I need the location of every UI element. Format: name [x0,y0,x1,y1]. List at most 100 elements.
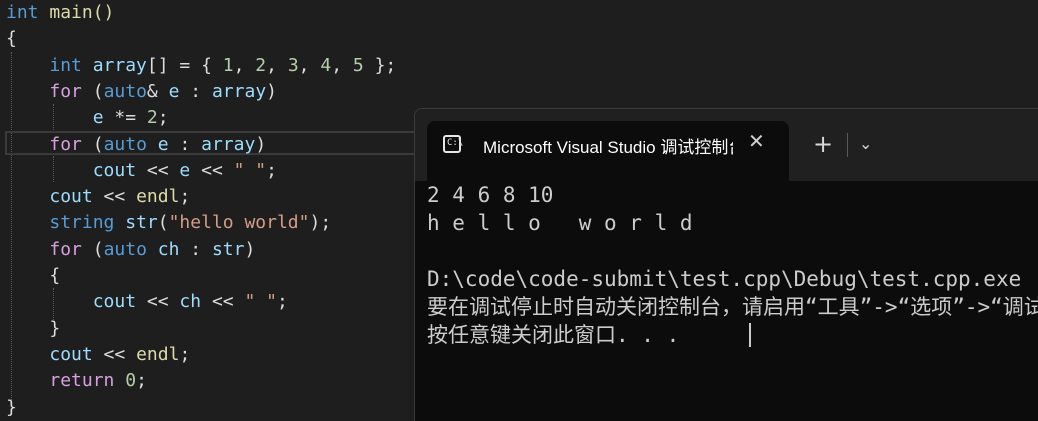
code-token: ( [157,212,169,234]
code-token: : [179,238,212,260]
code-token: e [168,80,180,102]
code-token: int [49,54,82,76]
code-token: , [233,54,256,76]
code-line: } [6,316,60,342]
code-token: "hello world" [168,212,310,234]
code-token: ; [179,343,191,365]
code-token: ; [179,186,191,208]
code-token: ); [309,212,332,234]
console-output-line: 按任意键关闭此窗口. . . [427,323,680,347]
code-token: array [81,54,147,76]
code-token: 0 [125,370,137,392]
code-token: cout [49,186,93,208]
code-token: for [49,133,82,155]
text-cursor [749,323,751,347]
code-token: 1 [222,54,234,76]
code-line: { [6,263,60,289]
code-line: cout << ch << " "; [6,289,288,315]
code-line: e *= 2; [6,105,169,131]
console-output-line: 要在调试停止时自动关闭控制台，请启用“工具”->“选项”->“调试” [427,295,1038,319]
code-token: }; [363,54,397,76]
console-output-line: 2 4 6 8 10 [427,183,554,207]
code-token: ; [136,370,147,392]
code-token: , [331,54,353,76]
code-token: : [179,80,212,102]
code-token: , [298,54,321,76]
code-token: e [179,159,191,181]
code-token: *= [103,107,147,129]
console-output-line: h e l l o w o r l d [427,211,693,235]
code-token: << [136,159,180,181]
code-token: ch [157,238,180,260]
code-token: << [92,343,137,365]
console-tab[interactable]: C:\ Microsoft Visual Studio 调试控制台 ✕ [427,121,789,181]
code-line: for (auto e : array) [6,132,266,158]
code-token: ) [255,133,267,155]
code-token: 4 [320,54,332,76]
code-token: ; [157,107,169,129]
code-token: { [49,265,61,286]
code-token: 2 [255,54,267,76]
code-token: str [211,238,245,260]
code-token: ch [179,291,202,313]
code-token: return [49,370,115,392]
code-token: cout [92,159,137,181]
code-line: cout << e << " "; [6,158,277,184]
code-line: int main() [6,0,114,26]
code-token: auto [103,238,147,260]
code-token: " " [233,159,267,181]
code-token: for [49,238,82,260]
code-token: cout [49,343,93,365]
terminal-icon-text: C:\ [447,138,464,148]
code-line: return 0; [6,368,147,394]
code-token: ( [81,80,104,102]
code-line: cout << endl; [6,184,190,210]
code-token: for [49,80,82,102]
code-token: << [201,291,245,313]
code-token: << [136,291,180,313]
code-token: auto [103,133,147,155]
code-token: & [146,80,169,102]
console-window[interactable]: C:\ Microsoft Visual Studio 调试控制台 ✕ + ⌄ … [414,108,1038,421]
close-icon[interactable]: ✕ [748,129,765,153]
code-token: ) [244,238,256,260]
code-token: ) [266,80,277,102]
code-line: } [6,395,17,421]
titlebar-divider [847,133,848,157]
code-token: ; [276,291,288,313]
code-token: << [190,159,234,181]
code-token: endl [136,186,180,208]
code-token: main() [38,2,115,23]
code-token: << [92,186,137,208]
console-titlebar[interactable]: C:\ Microsoft Visual Studio 调试控制台 ✕ + ⌄ [415,109,1038,181]
chevron-down-icon[interactable]: ⌄ [859,133,872,155]
code-token: ( [81,133,104,155]
code-token: { [6,28,17,50]
new-tab-button[interactable]: + [813,131,833,157]
code-token: 5 [352,54,364,76]
terminal-icon: C:\ [443,135,464,153]
tab-title: Microsoft Visual Studio 调试控制台 [483,138,733,157]
code-token: " " [244,291,277,313]
code-line: for (auto& e : array) [6,79,277,105]
code-token: auto [103,80,147,102]
code-token: array [201,133,256,155]
code-token: e [157,133,169,155]
code-token: endl [136,343,180,365]
code-token: ; [266,159,277,181]
code-token: } [49,317,61,339]
code-token: str [114,212,158,234]
